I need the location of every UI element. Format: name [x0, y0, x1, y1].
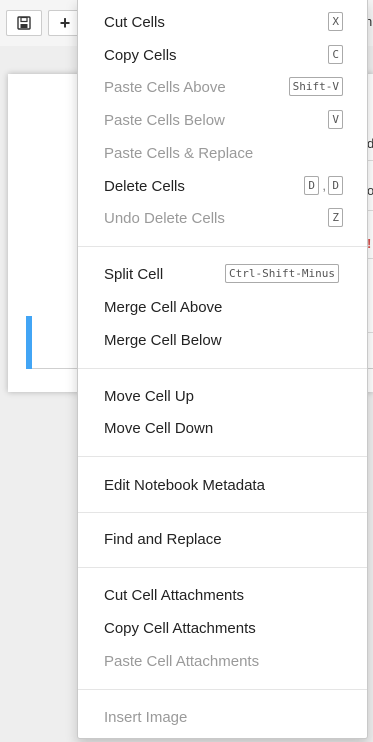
- menu-item-move-cell-down[interactable]: Move Cell Down: [78, 414, 367, 442]
- save-button[interactable]: [6, 10, 42, 36]
- menu-item-label: Undo Delete Cells: [104, 209, 225, 227]
- menu-item-delete-cells[interactable]: Delete Cells D , D: [78, 172, 367, 200]
- selected-cell-indicator: [26, 316, 32, 369]
- menu-divider: [78, 512, 367, 513]
- shortcut-badge: D: [328, 176, 343, 195]
- menu-item-paste-cells-above[interactable]: Paste Cells Above Shift-V: [78, 73, 367, 101]
- menu-divider: [78, 689, 367, 690]
- menu-item-label: Paste Cell Attachments: [104, 652, 260, 670]
- menu-item-move-cell-up[interactable]: Move Cell Up: [78, 382, 367, 410]
- plus-icon: +: [59, 12, 71, 33]
- edit-dropdown-menu: Cut Cells X Copy Cells C Paste Cells Abo…: [77, 0, 368, 739]
- menu-item-label: Copy Cell Attachments: [104, 619, 256, 637]
- menu-item-cut-cell-attachments[interactable]: Cut Cell Attachments: [78, 581, 367, 609]
- menu-item-label: Paste Cells Below: [104, 111, 225, 129]
- menu-item-label: Paste Cells Above: [104, 78, 226, 96]
- shortcut-badge: Shift-V: [288, 77, 343, 96]
- menu-item-merge-cell-above[interactable]: Merge Cell Above: [78, 293, 367, 321]
- menu-divider: [78, 368, 367, 369]
- menu-item-label: Merge Cell Below: [104, 331, 222, 349]
- menu-item-paste-cells-replace[interactable]: Paste Cells & Replace: [78, 139, 367, 167]
- menu-item-cut-cells[interactable]: Cut Cells X: [78, 8, 367, 36]
- menu-item-label: Cut Cell Attachments: [104, 586, 245, 604]
- menu-divider: [78, 246, 367, 247]
- menu-item-label: Edit Notebook Metadata: [104, 476, 265, 494]
- menu-item-label: Merge Cell Above: [104, 298, 223, 316]
- shortcut-badge: X: [328, 12, 343, 31]
- shortcut-separator: ,: [322, 178, 326, 193]
- menu-item-split-cell[interactable]: Split Cell Ctrl-Shift-Minus: [78, 260, 367, 288]
- menu-item-copy-cell-attachments[interactable]: Copy Cell Attachments: [78, 614, 367, 642]
- shortcut-badge: Ctrl-Shift-Minus: [225, 264, 339, 283]
- shortcut-badge: D: [304, 176, 319, 195]
- menu-item-edit-notebook-metadata[interactable]: Edit Notebook Metadata: [78, 471, 367, 499]
- menu-divider: [78, 456, 367, 457]
- floppy-disk-icon: [17, 16, 31, 30]
- menu-item-merge-cell-below[interactable]: Merge Cell Below: [78, 326, 367, 354]
- menu-item-paste-cells-below[interactable]: Paste Cells Below V: [78, 106, 367, 134]
- shortcut-badge: Z: [328, 208, 343, 227]
- menu-item-undo-delete-cells[interactable]: Undo Delete Cells Z: [78, 204, 367, 232]
- menu-item-label: Split Cell: [104, 265, 164, 283]
- menu-item-label: Find and Replace: [104, 530, 222, 548]
- menu-item-label: Delete Cells: [104, 177, 185, 195]
- menu-item-insert-image[interactable]: Insert Image: [78, 703, 367, 731]
- shortcut-badge: C: [328, 45, 343, 64]
- menu-item-label: Cut Cells: [104, 13, 165, 31]
- menu-item-paste-cell-attachments[interactable]: Paste Cell Attachments: [78, 647, 367, 675]
- menu-item-label: Move Cell Up: [104, 387, 195, 405]
- menu-item-copy-cells[interactable]: Copy Cells C: [78, 41, 367, 69]
- menu-item-label: Move Cell Down: [104, 419, 214, 437]
- menu-item-label: Insert Image: [104, 708, 188, 726]
- menu-item-label: Paste Cells & Replace: [104, 144, 254, 162]
- shortcut-badge: V: [328, 110, 343, 129]
- menu-item-label: Copy Cells: [104, 46, 177, 64]
- menu-item-find-and-replace[interactable]: Find and Replace: [78, 525, 367, 553]
- menu-divider: [78, 567, 367, 568]
